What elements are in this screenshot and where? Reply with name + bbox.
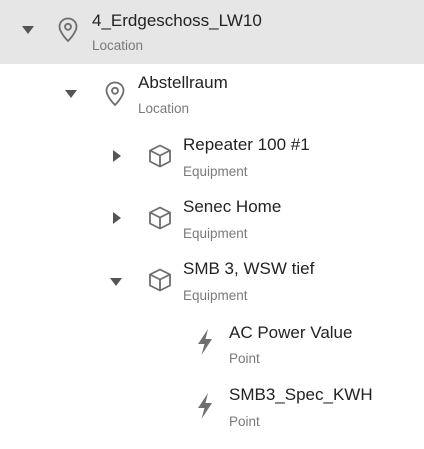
tree-node-title: Senec Home — [183, 197, 282, 216]
location-pin-icon — [101, 80, 129, 108]
caret-right-icon[interactable] — [109, 210, 125, 226]
caret-right-icon[interactable] — [109, 148, 125, 164]
tree-node-type: Point — [229, 414, 260, 429]
tree-node-type: Equipment — [183, 226, 248, 241]
lightning-bolt-icon — [191, 328, 219, 356]
tree-node-smb3[interactable]: SMB 3, WSW tief Equipment — [0, 250, 424, 314]
tree-node-title: Abstellraum — [138, 73, 228, 92]
tree-node-title: Repeater 100 #1 — [183, 135, 310, 154]
caret-down-icon[interactable] — [20, 22, 36, 38]
tree-node-type: Location — [138, 101, 190, 116]
tree-node-title: SMB3_Spec_KWH — [229, 385, 373, 404]
tree-node-smb3-spec-kwh[interactable]: SMB3_Spec_KWH Point — [0, 374, 424, 438]
tree-node-ac-power-value[interactable]: AC Power Value Point — [0, 312, 424, 376]
tree-node-type: Equipment — [183, 288, 248, 303]
lightning-bolt-icon — [191, 392, 219, 420]
tree-view: 4_Erdgeschoss_LW10 Location Abstellraum … — [0, 0, 424, 449]
tree-node-abstellraum[interactable]: Abstellraum Location — [0, 64, 424, 128]
tree-node-senec-home[interactable]: Senec Home Equipment — [0, 188, 424, 252]
tree-node-title: AC Power Value — [229, 323, 353, 342]
tree-node-title: SMB 3, WSW tief — [183, 259, 315, 278]
tree-node-type: Equipment — [183, 164, 248, 179]
tree-node-type: Location — [92, 38, 144, 53]
location-pin-icon — [54, 16, 82, 44]
caret-down-icon[interactable] — [63, 86, 79, 102]
tree-node-repeater[interactable]: Repeater 100 #1 Equipment — [0, 126, 424, 190]
tree-node-type: Point — [229, 351, 260, 366]
cube-icon — [146, 142, 174, 170]
tree-node-title: 4_Erdgeschoss_LW10 — [92, 11, 262, 30]
cube-icon — [146, 204, 174, 232]
tree-node-erdgeschoss[interactable]: 4_Erdgeschoss_LW10 Location — [0, 0, 424, 64]
cube-icon — [146, 266, 174, 294]
caret-down-icon[interactable] — [108, 274, 124, 290]
